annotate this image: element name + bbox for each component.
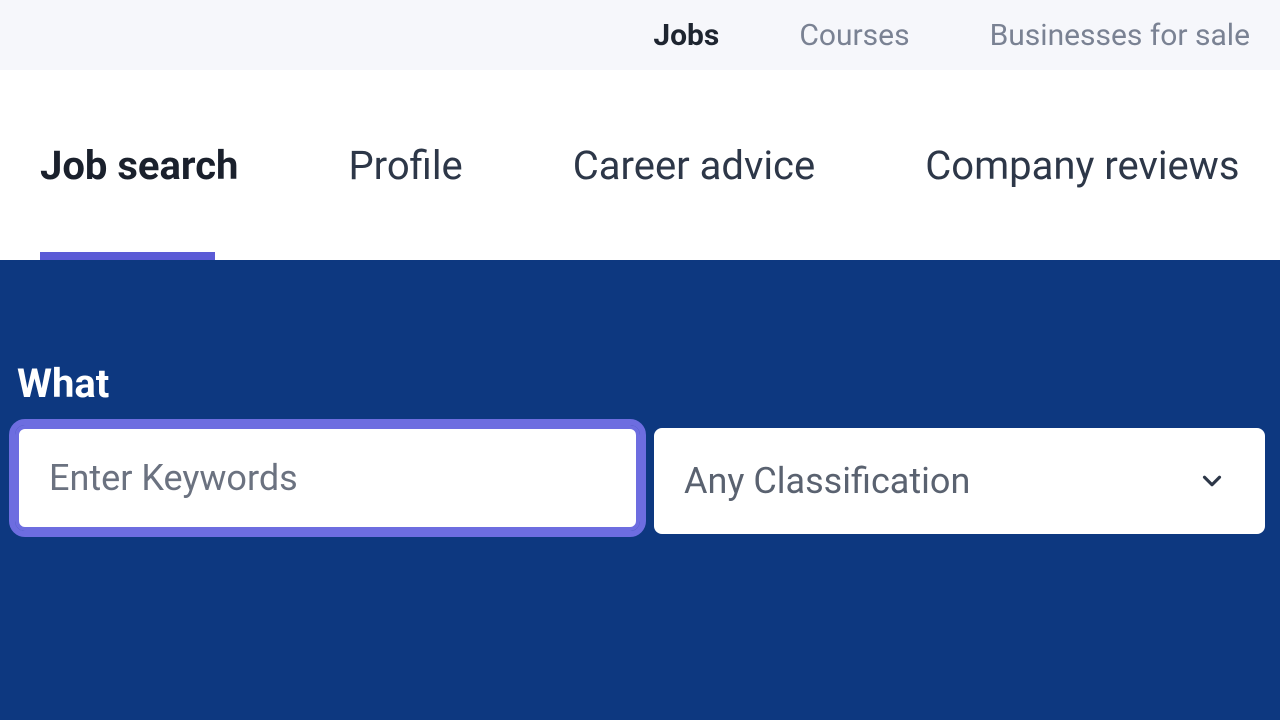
- search-section: What Any Classification: [0, 260, 1280, 720]
- top-nav-businesses[interactable]: Businesses for sale: [990, 18, 1250, 53]
- tab-job-search[interactable]: Job search: [40, 142, 238, 189]
- main-nav: Job search Profile Career advice Company…: [0, 70, 1280, 260]
- search-what-label: What: [17, 360, 1265, 407]
- tab-profile[interactable]: Profile: [348, 142, 462, 189]
- top-nav-courses[interactable]: Courses: [799, 18, 909, 53]
- search-row: Any Classification: [15, 425, 1265, 534]
- tab-company-reviews[interactable]: Company reviews: [925, 142, 1239, 189]
- top-nav: Jobs Courses Businesses for sale: [0, 0, 1280, 70]
- top-nav-jobs[interactable]: Jobs: [653, 18, 719, 53]
- chevron-down-icon: [1197, 466, 1227, 496]
- classification-selected-label: Any Classification: [684, 460, 970, 502]
- keywords-input[interactable]: [15, 425, 640, 531]
- keyword-input-wrapper: [15, 425, 640, 534]
- active-tab-indicator: [40, 252, 215, 260]
- classification-select[interactable]: Any Classification: [654, 428, 1265, 534]
- tab-career-advice[interactable]: Career advice: [573, 142, 815, 189]
